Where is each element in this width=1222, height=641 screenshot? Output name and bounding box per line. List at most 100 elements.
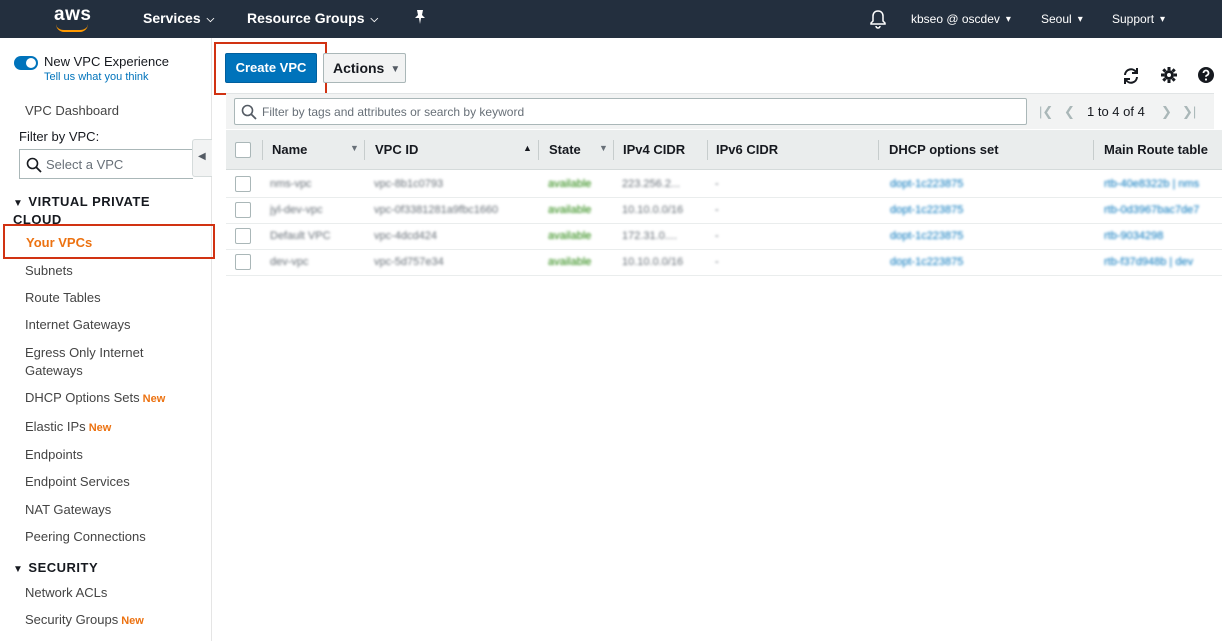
feedback-link[interactable]: Tell us what you think (44, 71, 149, 83)
cell-state: available (548, 204, 592, 216)
column-header-main-route-table[interactable]: Main Route table (1104, 142, 1208, 157)
sidebar-item-network-acls[interactable]: Network ACLs (25, 585, 107, 600)
chevron-left-icon: ◀ (198, 151, 206, 162)
sidebar-item-endpoints[interactable]: Endpoints (25, 447, 83, 462)
row-checkbox[interactable] (235, 254, 251, 270)
first-page-icon[interactable]: |❮ (1039, 104, 1053, 120)
services-label: Services (143, 10, 201, 26)
section-virtual-private-cloud[interactable]: ▼ VIRTUAL PRIVATE CLOUD (13, 194, 193, 228)
last-page-icon[interactable]: ❯| (1182, 104, 1196, 120)
sidebar-item-elastic-ips[interactable]: Elastic IPs New (25, 419, 111, 434)
cell-vpc-id: vpc-5d757e34 (374, 256, 444, 268)
resource-groups-menu[interactable]: Resource Groups ⌵ (247, 10, 378, 26)
cell-dhcp-options-set[interactable]: dopt-1c223875 (890, 178, 1010, 190)
help-icon[interactable] (1197, 66, 1217, 86)
create-vpc-button[interactable]: Create VPC (225, 53, 317, 83)
aws-logo[interactable]: aws (54, 4, 94, 34)
table-row[interactable]: jyl-dev-vpc vpc-0f3381281a9fbc1660 avail… (226, 198, 1222, 224)
prev-page-icon[interactable]: ❮ (1064, 104, 1075, 120)
table-row[interactable]: Default VPC vpc-4dcd424 available 172.31… (226, 224, 1222, 250)
cell-vpc-id: vpc-8b1c0793 (374, 178, 444, 190)
sidebar-item-endpoint-services[interactable]: Endpoint Services (25, 474, 130, 489)
column-divider (262, 140, 263, 160)
filter-by-vpc-label: Filter by VPC: (19, 129, 100, 144)
cell-ipv6-cidr: - (715, 204, 719, 216)
cell-dhcp-options-set[interactable]: dopt-1c223875 (890, 256, 1010, 268)
column-divider (1093, 140, 1094, 160)
pin-icon[interactable] (413, 9, 427, 28)
account-menu[interactable]: kbseo @ oscdev ▾ (911, 12, 1011, 26)
cell-name: nms-vpc (270, 178, 312, 190)
support-menu[interactable]: Support ▾ (1112, 12, 1165, 26)
sidebar-item-internet-gateways[interactable]: Internet Gateways (25, 317, 131, 332)
sort-icon[interactable]: ▼ (599, 143, 608, 153)
sidebar-item-route-tables[interactable]: Route Tables (25, 290, 101, 305)
cell-main-route-table[interactable]: rtb-f37d948b | dev (1104, 256, 1222, 268)
cell-vpc-id: vpc-4dcd424 (374, 230, 437, 242)
sidebar-item-security-groups[interactable]: Security Groups New (25, 612, 144, 627)
cell-ipv6-cidr: - (715, 230, 719, 242)
sort-ascending-icon[interactable]: ▲ (523, 143, 532, 153)
row-checkbox[interactable] (235, 202, 251, 218)
select-all-checkbox[interactable] (235, 142, 251, 158)
search-input[interactable]: Filter by tags and attributes or search … (234, 98, 1027, 125)
sidebar-item-label: Elastic IPs (25, 419, 86, 434)
table-row[interactable]: nms-vpc vpc-8b1c0793 available 223.256.2… (226, 172, 1222, 198)
column-divider (613, 140, 614, 160)
refresh-icon[interactable] (1121, 66, 1141, 86)
cell-ipv4-cidr: 10.10.0.0/16 (622, 256, 684, 268)
services-menu[interactable]: Services ⌵ (143, 10, 214, 26)
bell-icon[interactable] (869, 9, 887, 29)
cell-main-route-table[interactable]: rtb-40e8322b | nms (1104, 178, 1222, 190)
column-header-dhcp-options-set[interactable]: DHCP options set (889, 142, 999, 157)
section-label: SECURITY (28, 560, 99, 575)
sidebar-item-peering-connections[interactable]: Peering Connections (25, 529, 146, 544)
cell-state: available (548, 256, 592, 268)
sidebar-item-subnets[interactable]: Subnets (25, 263, 73, 278)
chevron-down-icon: ▾ (1077, 14, 1083, 25)
search-icon (241, 104, 257, 120)
sidebar-item-label: DHCP Options Sets (25, 390, 140, 405)
search-placeholder: Filter by tags and attributes or search … (262, 105, 525, 119)
new-badge: New (121, 615, 144, 627)
column-header-state[interactable]: State (549, 142, 581, 157)
filter-bar: Filter by tags and attributes or search … (226, 93, 1214, 129)
row-checkbox[interactable] (235, 176, 251, 192)
column-header-ipv4-cidr[interactable]: IPv4 CIDR (623, 142, 685, 157)
vpc-filter-placeholder: Select a VPC (46, 157, 124, 172)
section-security[interactable]: ▼ SECURITY (13, 560, 98, 578)
sidebar-item-egress-only-internet-gateways[interactable]: Egress Only Internet Gateways (25, 344, 195, 380)
cell-dhcp-options-set[interactable]: dopt-1c223875 (890, 204, 1010, 216)
sidebar-item-label: Your VPCs (26, 235, 93, 250)
resource-groups-label: Resource Groups (247, 10, 365, 26)
column-header-ipv6-cidr[interactable]: IPv6 CIDR (716, 142, 778, 157)
cell-state: available (548, 178, 592, 190)
caret-down-icon: ▼ (13, 564, 24, 575)
cell-main-route-table[interactable]: rtb-0d3967bac7de7 (1104, 204, 1222, 216)
column-header-vpc-id[interactable]: VPC ID (375, 142, 418, 157)
row-checkbox[interactable] (235, 228, 251, 244)
sidebar-item-nat-gateways[interactable]: NAT Gateways (25, 502, 111, 517)
column-header-name[interactable]: Name (272, 142, 307, 157)
region-menu[interactable]: Seoul ▾ (1041, 12, 1083, 26)
actions-button[interactable]: Actions ▼ (323, 53, 406, 83)
cell-name: dev-vpc (270, 256, 309, 268)
vpc-filter-select[interactable]: Select a VPC (19, 149, 193, 179)
cell-dhcp-options-set[interactable]: dopt-1c223875 (890, 230, 1010, 242)
new-vpc-experience-toggle[interactable] (14, 56, 38, 70)
sidebar-item-dhcp-options-sets[interactable]: DHCP Options Sets New (25, 390, 165, 405)
cell-vpc-id: vpc-0f3381281a9fbc1660 (374, 204, 499, 216)
column-divider (707, 140, 708, 160)
cell-main-route-table[interactable]: rtb-9034298 (1104, 230, 1222, 242)
sidebar-item-your-vpcs[interactable]: Your VPCs (3, 224, 215, 259)
cell-ipv4-cidr: 223.256.2... (622, 178, 681, 190)
account-label: kbseo @ oscdev (911, 12, 1000, 26)
actions-label: Actions (333, 60, 385, 76)
sort-icon[interactable]: ▼ (350, 143, 359, 153)
sidebar-collapse-button[interactable]: ◀ (192, 139, 212, 177)
sidebar-item-vpc-dashboard[interactable]: VPC Dashboard (25, 103, 119, 118)
table-row[interactable]: dev-vpc vpc-5d757e34 available 10.10.0.0… (226, 250, 1222, 276)
cell-ipv6-cidr: - (715, 178, 719, 190)
gear-icon[interactable] (1160, 66, 1180, 86)
next-page-icon[interactable]: ❯ (1161, 104, 1172, 120)
